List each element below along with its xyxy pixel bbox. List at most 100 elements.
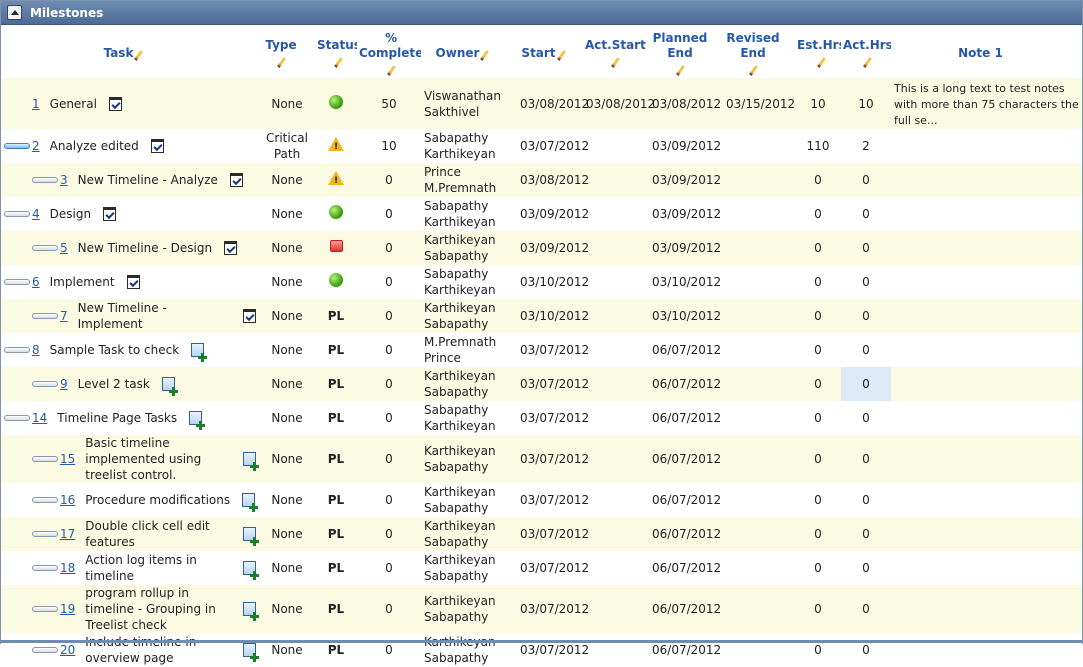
start-cell[interactable]: 03/08/2012 — [517, 163, 589, 197]
expand-toggle[interactable] — [32, 606, 58, 612]
complete-cell[interactable]: 0 — [357, 585, 421, 633]
owner-cell[interactable]: Karthikeyan Sabapathy — [421, 517, 517, 551]
owner-cell[interactable]: Sabapathy Karthikeyan — [421, 401, 517, 435]
table-row[interactable]: 14 Timeline Page Tasks None PL 0 Sabapathy Ka… — [1, 401, 1082, 435]
complete-cell[interactable]: 0 — [357, 163, 421, 197]
revised-end-cell[interactable]: 03/15/2012 — [723, 78, 795, 129]
est-hrs-cell[interactable]: 0 — [795, 197, 841, 231]
planned-end-cell[interactable]: 06/07/2012 — [649, 633, 723, 667]
status-cell[interactable] — [315, 129, 357, 163]
start-cell[interactable]: 03/08/2012 — [517, 78, 589, 129]
table-row[interactable]: 15 Basic timeline implemented using treel… — [1, 435, 1082, 483]
act-start-cell[interactable] — [583, 585, 649, 633]
type-cell[interactable]: None — [259, 435, 315, 483]
complete-cell[interactable]: 0 — [357, 265, 421, 299]
add-task-icon[interactable] — [191, 343, 208, 362]
status-cell[interactable] — [315, 265, 357, 299]
col-header-owner[interactable]: Owner — [421, 28, 517, 78]
start-cell[interactable]: 03/07/2012 — [517, 435, 589, 483]
planned-end-cell[interactable]: 03/08/2012 — [649, 78, 723, 129]
checklist-icon[interactable] — [103, 207, 117, 221]
complete-cell[interactable]: 0 — [357, 231, 421, 265]
col-header-task[interactable]: Task — [1, 28, 259, 78]
expand-toggle[interactable] — [32, 177, 58, 183]
revised-end-cell[interactable] — [723, 435, 795, 483]
est-hrs-cell[interactable]: 0 — [795, 633, 841, 667]
table-row[interactable]: 18 Action log items in timeline None PL 0 Kar… — [1, 551, 1082, 585]
owner-cell[interactable]: M.Premnath Prince — [421, 333, 517, 367]
task-cell[interactable]: 16 Procedure modifications — [1, 483, 259, 517]
start-cell[interactable]: 03/07/2012 — [517, 367, 589, 401]
type-cell[interactable]: None — [259, 163, 315, 197]
owner-cell[interactable]: Viswanathan Sakthivel — [421, 78, 517, 129]
status-cell[interactable]: PL — [315, 367, 357, 401]
expand-toggle[interactable] — [32, 381, 58, 387]
start-cell[interactable]: 03/07/2012 — [517, 551, 589, 585]
type-cell[interactable]: None — [259, 78, 315, 129]
act-start-cell[interactable] — [583, 401, 649, 435]
owner-cell[interactable]: Sabapathy Karthikeyan — [421, 129, 517, 163]
table-row[interactable]: 7 New Timeline - Implement None PL 0 Karthike… — [1, 299, 1082, 333]
planned-end-cell[interactable]: 03/09/2012 — [649, 129, 723, 163]
status-cell[interactable]: PL — [315, 483, 357, 517]
col-header-start[interactable]: Start — [517, 28, 583, 78]
act-start-cell[interactable] — [583, 265, 649, 299]
task-number-link[interactable]: 1 — [32, 96, 40, 112]
act-start-cell[interactable] — [583, 517, 649, 551]
table-row[interactable]: 9 Level 2 task None PL 0 Karthikeyan Sabapath… — [1, 367, 1082, 401]
status-cell[interactable] — [315, 163, 357, 197]
planned-end-cell[interactable]: 03/10/2012 — [649, 265, 723, 299]
note-cell[interactable] — [891, 367, 1082, 401]
type-cell[interactable]: None — [259, 231, 315, 265]
expand-toggle[interactable] — [4, 279, 30, 285]
est-hrs-cell[interactable]: 0 — [795, 333, 841, 367]
est-hrs-cell[interactable]: 0 — [795, 551, 841, 585]
owner-cell[interactable]: Karthikeyan Sabapathy — [421, 551, 517, 585]
task-cell[interactable]: 1 General — [1, 78, 259, 129]
task-cell[interactable]: 7 New Timeline - Implement — [1, 299, 259, 333]
checklist-icon[interactable] — [229, 173, 243, 187]
complete-cell[interactable]: 0 — [357, 197, 421, 231]
note-cell[interactable] — [891, 435, 1082, 483]
complete-cell[interactable]: 0 — [357, 517, 421, 551]
type-cell[interactable]: None — [259, 367, 315, 401]
revised-end-cell[interactable] — [723, 517, 795, 551]
act-start-cell[interactable] — [583, 299, 649, 333]
status-cell[interactable]: PL — [315, 551, 357, 585]
expand-toggle[interactable] — [32, 647, 58, 653]
act-start-cell[interactable] — [583, 129, 649, 163]
type-cell[interactable]: None — [259, 299, 315, 333]
act-start-cell[interactable] — [583, 633, 649, 667]
type-cell[interactable]: None — [259, 551, 315, 585]
task-cell[interactable]: 4 Design — [1, 197, 259, 231]
owner-cell[interactable]: Sabapathy Karthikeyan — [421, 197, 517, 231]
start-cell[interactable]: 03/10/2012 — [517, 265, 589, 299]
planned-end-cell[interactable]: 06/07/2012 — [649, 367, 723, 401]
complete-cell[interactable]: 0 — [357, 367, 421, 401]
start-cell[interactable]: 03/07/2012 — [517, 333, 589, 367]
note-cell[interactable] — [891, 163, 1082, 197]
task-number-link[interactable]: 17 — [60, 526, 75, 542]
owner-cell[interactable]: Karthikeyan Sabapathy — [421, 367, 517, 401]
table-row[interactable]: 6 Implement None 0 Sabapathy Karthikeyan 03/1… — [1, 265, 1082, 299]
add-task-icon[interactable] — [189, 411, 206, 430]
note-cell[interactable] — [891, 483, 1082, 517]
revised-end-cell[interactable] — [723, 633, 795, 667]
col-header-note[interactable]: Note 1 — [891, 28, 1082, 78]
note-cell[interactable] — [891, 517, 1082, 551]
act-start-cell[interactable] — [583, 231, 649, 265]
status-cell[interactable]: PL — [315, 299, 357, 333]
note-cell[interactable] — [891, 585, 1082, 633]
table-row[interactable]: 4 Design None 0 Sabapathy Karthikeyan 03/09/2… — [1, 197, 1082, 231]
task-number-link[interactable]: 7 — [60, 308, 68, 324]
complete-cell[interactable]: 0 — [357, 333, 421, 367]
act-hrs-cell[interactable]: 0 — [841, 265, 891, 299]
revised-end-cell[interactable] — [723, 265, 795, 299]
collapse-button[interactable] — [7, 5, 22, 20]
owner-cell[interactable]: Karthikeyan Sabapathy — [421, 585, 517, 633]
revised-end-cell[interactable] — [723, 401, 795, 435]
task-number-link[interactable]: 3 — [60, 172, 68, 188]
table-row[interactable]: 5 New Timeline - Design None 0 Karthikeyan S… — [1, 231, 1082, 265]
act-hrs-cell[interactable]: 0 — [841, 163, 891, 197]
est-hrs-cell[interactable]: 0 — [795, 585, 841, 633]
